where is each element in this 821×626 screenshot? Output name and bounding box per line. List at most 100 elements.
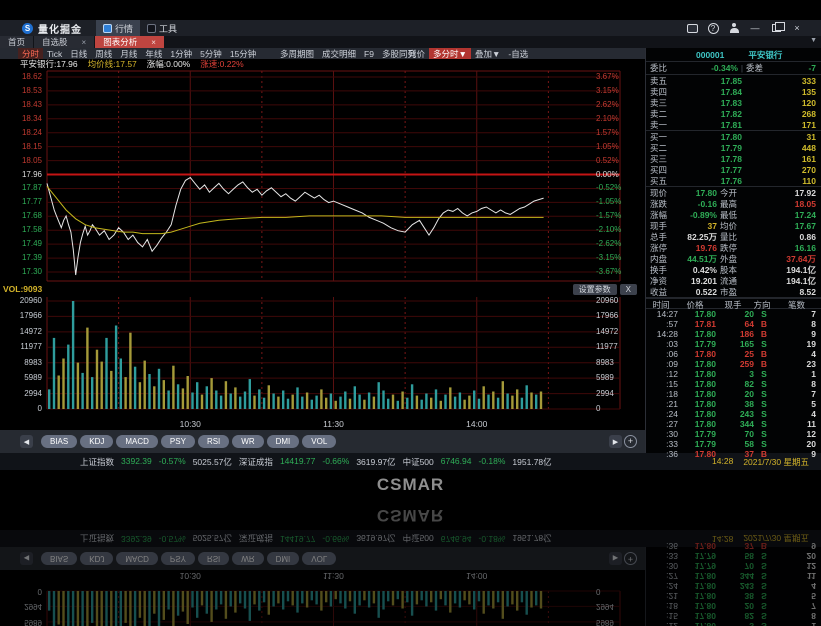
close-button[interactable]: × [791,23,803,34]
indicator-pill-wr[interactable]: WR [232,435,263,448]
tab-1[interactable]: 首页 [0,36,33,48]
trade-row[interactable]: :2417.80243S4 [646,409,821,419]
trade-count: 4 [774,349,816,359]
tab-overflow-arrow[interactable]: ▼ [810,37,817,44]
intraday-price-chart[interactable]: 18.623.67%18.533.15%18.432.62%18.342.10%… [0,69,645,283]
menu-tools[interactable]: 工具 [140,20,184,36]
volume-bar [468,396,470,409]
trade-row[interactable]: :1817.8020S7 [646,389,821,399]
bid-row[interactable]: 买一17.8031 [646,131,821,142]
bid-row[interactable]: 买五17.76110 [646,175,821,186]
indicator-pill-psy[interactable]: PSY [161,435,195,448]
indicator-pill-kdj[interactable]: KDJ [80,435,113,448]
trade-volume: 58 [716,439,754,449]
tab-3[interactable]: 图表分析× [95,36,164,48]
trade-count: 9 [774,449,816,459]
volume-bar [492,591,494,609]
vol-axis-label: 5989 [596,374,640,382]
trade-count: 12 [774,561,816,571]
indicator-scroll-left-icon: ◀ [20,552,33,565]
volume-bar [516,591,518,611]
volume-bar [48,389,50,409]
trade-volume: 243 [716,581,754,591]
ask-row[interactable]: 卖五17.85333 [646,75,821,86]
stock-details: 现价17.80今开17.92涨跌-0.16最高18.05涨幅-0.89%最低17… [646,187,821,298]
volume-bar [292,591,294,605]
trade-row[interactable]: 14:2817.80186B9 [646,329,821,339]
trade-row[interactable]: :0317.79165S19 [646,339,821,349]
indicator-pill-vol[interactable]: VOL [302,435,336,448]
indicator-scroll-left-icon[interactable]: ◀ [20,435,33,448]
detail-row: 现手37均价17.67 [646,220,821,231]
volume-bar [368,591,370,608]
volume-bar [182,591,184,612]
tab-close-icon[interactable]: × [68,38,87,47]
volume-bar [48,591,50,611]
indicator-close-button[interactable]: X [620,284,637,295]
quote-header[interactable]: 000001 平安银行 [646,48,821,62]
volume-bar [86,328,88,409]
volume-bar [306,591,308,608]
trade-price: 17.80 [678,419,716,429]
minimize-button[interactable]: — [749,23,761,34]
tab-2[interactable]: 自选股× [34,36,94,48]
volume-bar [363,400,365,409]
volume-bar [120,359,122,410]
bid-row[interactable]: 买二17.79448 [646,142,821,153]
trade-row[interactable]: 14:2717.8020S7 [646,309,821,319]
detail-row: 总手82.25万量比0.86 [646,231,821,242]
restore-button[interactable] [770,23,782,34]
avg-price-line [47,186,544,233]
menu-quotes[interactable]: 行情 [96,20,140,36]
trade-row[interactable]: :1217.803S1 [646,369,821,379]
status-segment: 上证指数 [80,456,114,468]
trade-row[interactable]: :3617.8037B9 [646,449,821,459]
bid-row[interactable]: 买三17.78161 [646,153,821,164]
trade-volume: 243 [716,409,754,419]
ask-row[interactable]: 卖三17.83120 [646,97,821,108]
indicator-pill-bias[interactable]: BIAS [41,435,77,448]
settings-button[interactable]: 设置参数 [573,284,617,295]
level-price: 17.76 [676,176,742,186]
volume-chart[interactable]: 2096020960179661796614972149721197711977… [0,295,645,417]
volume-bar [77,363,79,409]
help-icon[interactable]: ? [707,23,719,34]
volume-bar [449,387,451,409]
trade-direction: S [754,551,774,561]
trade-row[interactable]: :0617.8025B4 [646,349,821,359]
trade-row[interactable]: :2717.80344S11 [646,419,821,429]
trade-row[interactable]: :3317.7958S20 [646,439,821,449]
vol-axis-label: 2994 [4,390,42,398]
trade-direction: S [754,399,774,409]
trade-volume: 82 [716,611,754,621]
ask-row[interactable]: 卖一17.81171 [646,119,821,130]
level-volume: 448 [742,143,816,153]
vol-axis-label: 5989 [4,618,42,626]
feedback-icon[interactable] [686,23,698,34]
volume-bar [253,396,255,409]
period-item[interactable]: F9 [360,49,378,59]
volume-label: VOL:9093 [0,284,42,294]
volume-bar [263,591,265,602]
indicator-scroll-right-icon[interactable]: ▶ [609,435,622,448]
trade-row[interactable]: :5717.8164B8 [646,319,821,329]
trade-count: 1 [774,369,816,379]
user-icon[interactable] [728,23,740,34]
indicator-pill-rsi[interactable]: RSI [198,435,229,448]
trade-row[interactable]: :0917.80259B23 [646,359,821,369]
watermark-band: CSMAR [0,470,821,500]
weibi-row: 委比 -0.34% | 委差 -7 [646,62,821,75]
bid-row[interactable]: 买四17.77270 [646,164,821,175]
ask-row[interactable]: 卖四17.84135 [646,86,821,97]
add-indicator-button[interactable]: + [624,435,637,448]
trade-row[interactable]: :2117.8038S5 [646,399,821,409]
trade-row[interactable]: :1517.8082S8 [646,379,821,389]
volume-bar [478,591,480,601]
trade-row[interactable]: :3017.7970S12 [646,429,821,439]
volume-bar [72,301,74,409]
ask-row[interactable]: 卖二17.82268 [646,108,821,119]
indicator-pill-dmi[interactable]: DMI [267,435,300,448]
volume-bar [62,591,64,626]
tab-close-icon[interactable]: × [137,38,156,47]
indicator-pill-macd[interactable]: MACD [116,435,158,448]
